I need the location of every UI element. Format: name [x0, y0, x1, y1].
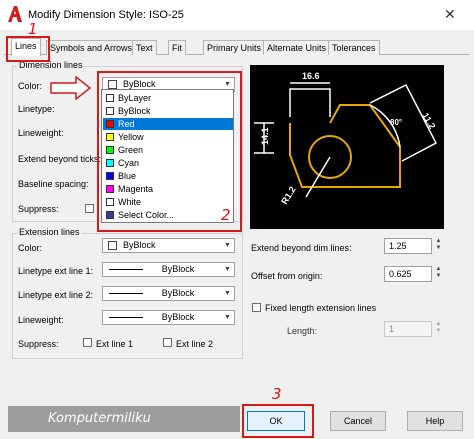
ext-color-label: Color:: [18, 243, 43, 253]
dimension-preview-drawing: 16.6 14.1 11.2 R1.2 80°: [254, 71, 437, 206]
length-input[interactable]: 1: [384, 321, 432, 337]
tab-highlight-box: [6, 36, 50, 62]
ext-lineweight-value: ByBlock: [161, 312, 195, 322]
ext-line1-checkbox[interactable]: [83, 338, 92, 347]
spin-up-down-icon[interactable]: ▲ ▼: [433, 321, 444, 337]
ext-linetype2-label: Linetype ext line 2:: [18, 290, 94, 300]
offset-from-origin-label: Offset from origin:: [251, 271, 323, 281]
title-bar: Modify Dimension Style: ISO-25 ✕: [0, 0, 474, 30]
chevron-down-icon: ▼: [224, 314, 231, 321]
preview-dim-radius: R1.2: [279, 185, 298, 206]
preview-dim-top: 16.6: [302, 71, 320, 81]
ext-linetype1-select[interactable]: ByBlock ▼: [102, 262, 235, 277]
dim-suppress-checkbox[interactable]: [85, 204, 94, 213]
preview-pane: 16.6 14.1 11.2 R1.2 80°: [250, 65, 444, 229]
tab-symbols-and-arrows[interactable]: Symbols and Arrows: [46, 40, 137, 55]
preview-dim-angle: 80°: [390, 118, 402, 127]
ok-button[interactable]: OK: [247, 411, 305, 431]
ext-lineweight-label: Lineweight:: [18, 315, 64, 325]
fixed-length-label: Fixed length extension lines: [265, 303, 377, 313]
window-title: Modify Dimension Style: ISO-25: [28, 9, 184, 21]
tab-tolerances[interactable]: Tolerances: [328, 40, 380, 55]
watermark-text: Komputermiliku: [48, 411, 151, 426]
length-label: Length:: [287, 326, 318, 336]
ext-color-value: ByBlock: [123, 240, 156, 250]
annotation-3: 3: [272, 385, 282, 403]
ext-lineweight-select[interactable]: ByBlock ▼: [102, 310, 235, 325]
extend-beyond-dim-label: Extend beyond dim lines:: [251, 243, 352, 253]
color-swatch: [108, 241, 117, 250]
ext-linetype1-value: ByBlock: [161, 264, 195, 274]
tab-text[interactable]: Text: [132, 40, 157, 55]
dim-linetype-label: Linetype:: [18, 104, 55, 114]
chevron-down-icon: ▼: [224, 266, 231, 273]
ext-line2-checkbox[interactable]: [163, 338, 172, 347]
dim-extend-label: Extend beyond ticks:: [18, 154, 102, 164]
offset-from-origin-input[interactable]: 0.625: [384, 266, 432, 282]
ext-line1-label: Ext line 1: [96, 339, 134, 349]
spin-up-down-icon[interactable]: ▲ ▼: [433, 266, 444, 282]
dim-lineweight-label: Lineweight:: [18, 128, 64, 138]
ext-line2-label: Ext line 2: [176, 339, 214, 349]
tab-fit[interactable]: Fit: [168, 40, 186, 55]
dim-baseline-label: Baseline spacing:: [18, 179, 89, 189]
ext-linetype2-select[interactable]: ByBlock ▼: [102, 286, 235, 301]
extension-lines-label: Extension lines: [17, 227, 82, 237]
extend-beyond-dim-value: 1.25: [389, 241, 407, 251]
length-value: 1: [389, 324, 395, 334]
preview-dim-right: 11.2: [420, 111, 437, 131]
annotation-arrow-icon: [50, 76, 92, 100]
dim-color-label: Color:: [18, 81, 43, 91]
ext-color-select[interactable]: ByBlock ▼: [102, 238, 235, 253]
offset-from-origin-value: 0.625: [389, 269, 412, 279]
cancel-button[interactable]: Cancel: [330, 411, 386, 431]
fixed-length-checkbox[interactable]: [252, 303, 261, 312]
tab-primary-units[interactable]: Primary Units: [203, 40, 266, 55]
tab-alternate-units[interactable]: Alternate Units: [263, 40, 331, 55]
extend-beyond-dim-input[interactable]: 1.25: [384, 238, 432, 254]
dim-suppress-label: Suppress:: [18, 204, 59, 214]
ext-linetype2-value: ByBlock: [161, 288, 195, 298]
spin-up-down-icon[interactable]: ▲ ▼: [433, 238, 444, 254]
help-button[interactable]: Help: [407, 411, 463, 431]
ext-linetype1-label: Linetype ext line 1:: [18, 266, 94, 276]
chevron-down-icon: ▼: [224, 242, 231, 249]
ext-suppress-label: Suppress:: [18, 339, 59, 349]
chevron-down-icon: ▼: [224, 290, 231, 297]
autocad-a-icon: [8, 6, 22, 22]
preview-dim-left: 14.1: [260, 127, 270, 145]
close-icon[interactable]: ✕: [444, 6, 456, 23]
annotation-2: 2: [221, 206, 231, 224]
